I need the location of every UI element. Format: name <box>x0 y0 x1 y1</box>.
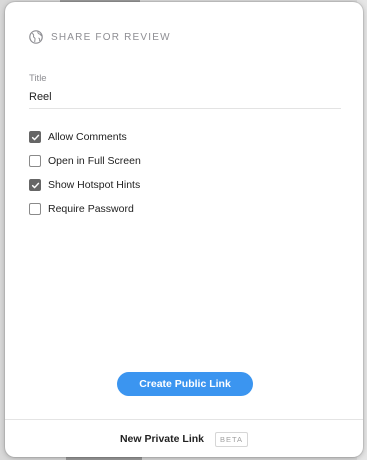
open-full-screen-checkbox[interactable] <box>29 155 41 167</box>
title-input[interactable] <box>29 89 341 109</box>
allow-comments-checkbox[interactable] <box>29 131 41 143</box>
option-allow-comments[interactable]: Allow Comments <box>29 125 141 149</box>
require-password-checkbox[interactable] <box>29 203 41 215</box>
option-open-full-screen[interactable]: Open in Full Screen <box>29 149 141 173</box>
globe-icon <box>29 30 43 44</box>
header-title: SHARE FOR REVIEW <box>51 31 171 43</box>
title-field-label: Title <box>29 73 47 84</box>
open-full-screen-label: Open in Full Screen <box>48 155 141 167</box>
popover-footer: New Private Link BETA <box>5 419 363 457</box>
show-hotspot-hints-checkbox[interactable] <box>29 179 41 191</box>
popover-header: SHARE FOR REVIEW <box>29 29 171 45</box>
share-popover: SHARE FOR REVIEW Title Allow Comments Op… <box>5 2 363 457</box>
create-public-link-button[interactable]: Create Public Link <box>117 372 253 396</box>
show-hotspot-hints-label: Show Hotspot Hints <box>48 179 141 191</box>
share-options: Allow Comments Open in Full Screen Show … <box>29 125 141 221</box>
new-private-link-button[interactable]: New Private Link <box>120 433 204 445</box>
option-require-password[interactable]: Require Password <box>29 197 141 221</box>
option-show-hotspot-hints[interactable]: Show Hotspot Hints <box>29 173 141 197</box>
require-password-label: Require Password <box>48 203 134 215</box>
beta-badge: BETA <box>214 431 249 447</box>
allow-comments-label: Allow Comments <box>48 131 127 143</box>
